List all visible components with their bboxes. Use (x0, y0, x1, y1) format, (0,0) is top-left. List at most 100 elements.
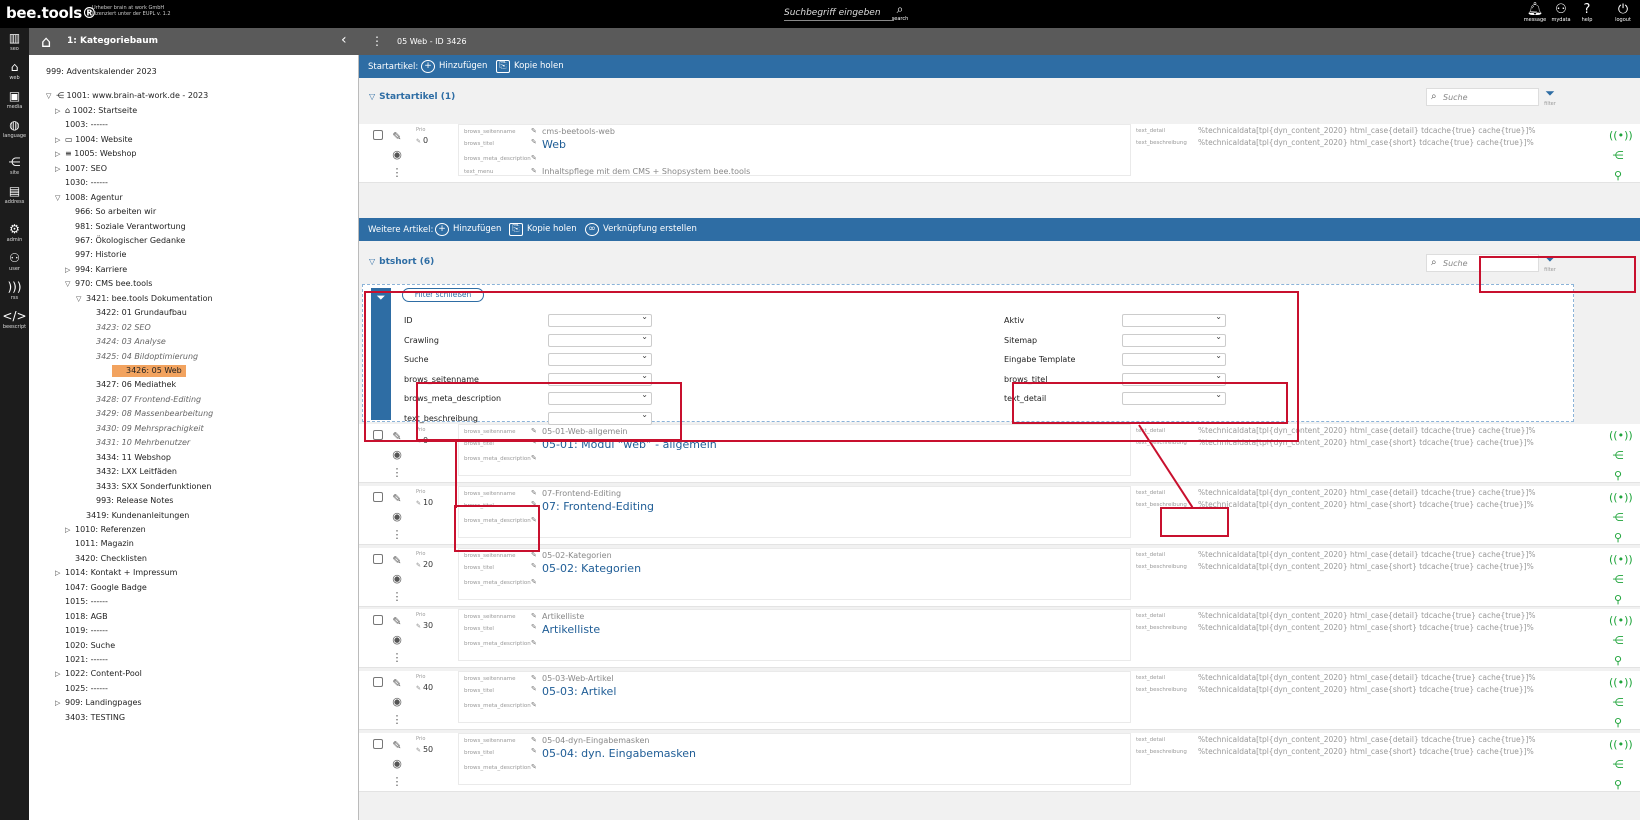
titel-value[interactable]: 07: Frontend-Editing (531, 500, 654, 513)
tree-node[interactable]: 1020: Suche (55, 640, 115, 652)
tree-node[interactable]: 3424: 03 Analyse (86, 336, 166, 348)
tree-node[interactable]: ▽ 1008: Agentur (55, 192, 123, 204)
tree-node[interactable]: 1015: ------ (55, 596, 108, 608)
prio-value[interactable]: 50 (416, 745, 433, 754)
sitemap-icon[interactable]: ⋲ (1609, 693, 1627, 713)
home-icon[interactable]: ⌂ (41, 32, 51, 51)
crawl-icon[interactable]: ((•)) (1609, 611, 1633, 631)
tree-node[interactable]: 1021: ------ (55, 654, 108, 666)
row-checkbox[interactable] (373, 430, 383, 440)
filter-select[interactable] (1122, 312, 1226, 327)
more-icon[interactable]: ⋮ (391, 711, 403, 729)
power-icon[interactable]: ⏻ logout (1610, 2, 1636, 26)
tree-node[interactable]: 993: Release Notes (86, 495, 173, 507)
seitenname-value[interactable]: Artikelliste (531, 612, 584, 621)
crawl-icon[interactable]: ((•)) (1609, 426, 1633, 446)
titel-value[interactable]: 05-01: Modul “web” - allgemein (531, 438, 717, 451)
view-icon[interactable]: ◉ (391, 146, 403, 164)
expand-icon[interactable]: ▷ (55, 567, 65, 579)
tree-node[interactable]: 997: Historie (65, 249, 126, 261)
tree-node[interactable]: 1025: ------ (55, 683, 108, 695)
titel-value[interactable]: 05-02: Kategorien (531, 562, 641, 575)
tree-node[interactable]: ▽ 970: CMS bee.tools (65, 278, 152, 290)
menu-value[interactable]: Inhaltspflege mit dem CMS + Shopsystem b… (531, 167, 750, 176)
prio-value[interactable]: 10 (416, 498, 433, 507)
rss-module-button[interactable]: ))) rss (0, 279, 29, 307)
tree-node[interactable]: 3425: 04 Bildoptimierung (86, 351, 198, 363)
prio-value[interactable]: 0 (416, 136, 428, 145)
prio-value[interactable]: 40 (416, 683, 433, 692)
expand-icon[interactable]: ▷ (65, 524, 75, 536)
beescript-module-button[interactable]: </> beescript (0, 308, 29, 336)
seitenname-value[interactable]: 05-04-dyn-Eingabemasken (531, 736, 649, 745)
search-preview-icon[interactable]: ⚲ (1609, 713, 1627, 733)
filter-select[interactable] (1122, 332, 1226, 347)
sitemap-icon[interactable]: ⋲ (1609, 570, 1627, 590)
filter-icon[interactable]: ⏷ filter (1539, 86, 1561, 107)
tree-node[interactable]: ▷ 1022: Content-Pool (55, 668, 142, 680)
collapse-icon[interactable]: ▽ (46, 90, 56, 102)
close-filter-button[interactable]: Filter schließen (402, 288, 484, 302)
filter-select[interactable] (1122, 371, 1226, 386)
collapse-icon[interactable]: ▽ (55, 192, 65, 204)
help-icon[interactable]: ? help (1574, 2, 1600, 26)
row-checkbox[interactable] (373, 553, 383, 564)
row-checkbox[interactable] (373, 130, 383, 140)
tree-node[interactable]: 3426: 05 Web (112, 365, 186, 377)
view-icon[interactable]: ◉ (391, 446, 403, 464)
seitenname-value[interactable]: 05-02-Kategorien (531, 551, 612, 560)
tree-node[interactable]: 981: Soziale Verantwortung (65, 221, 186, 233)
tree-node[interactable]: ▷ ▭ 1004: Website (55, 134, 133, 146)
seo-module-button[interactable]: ▥ seo (0, 30, 29, 58)
search-icon[interactable]: ⌕ search (890, 2, 910, 26)
tree-node[interactable]: 1018: AGB (55, 611, 108, 623)
titel-value[interactable]: Artikelliste (531, 623, 600, 636)
search-preview-icon[interactable]: ⚲ (1609, 528, 1627, 548)
filter-select[interactable] (548, 410, 652, 425)
tree-node[interactable]: 3431: 10 Mehrbenutzer (86, 437, 190, 449)
expand-icon[interactable]: ▷ (65, 264, 75, 276)
filter-select[interactable] (548, 332, 652, 347)
edit-icon[interactable]: ✎ (391, 675, 403, 693)
tree-node[interactable]: 1019: ------ (55, 625, 108, 637)
seitenname-value[interactable]: 07-Frontend-Editing (531, 489, 621, 498)
admin-module-button[interactable]: ⚙ admin (0, 221, 29, 249)
expand-icon[interactable]: ▷ (55, 668, 65, 680)
edit-icon[interactable]: ✎ (391, 552, 403, 570)
seitenname-value[interactable]: cms-beetools-web (531, 127, 615, 136)
sitemap-icon[interactable]: ⋲ (1609, 755, 1627, 775)
view-icon[interactable]: ◉ (391, 570, 403, 588)
view-icon[interactable]: ◉ (391, 508, 403, 526)
tree-node[interactable]: 3419: Kundenanleitungen (76, 510, 189, 522)
add-article-button[interactable]: + Hinzufügen (435, 223, 501, 237)
crawl-icon[interactable]: ((•)) (1609, 488, 1633, 508)
more-icon[interactable]: ⋮ (391, 588, 403, 606)
bell-icon[interactable]: 🔔︎ message (1522, 2, 1548, 26)
copy-start-article-button[interactable]: ⎘ Kopie holen (496, 60, 564, 74)
edit-icon[interactable]: ✎ (391, 613, 403, 631)
sitemap-icon[interactable]: ⋲ (1609, 146, 1627, 166)
row-checkbox[interactable] (373, 677, 383, 688)
tree-node[interactable]: 966: So arbeiten wir (65, 206, 156, 218)
tree-node[interactable]: 1047: Google Badge (55, 582, 147, 594)
tree-node[interactable]: 3403: TESTING (55, 712, 125, 724)
row-checkbox[interactable] (373, 739, 383, 749)
tree-node[interactable]: 3427: 06 Mediathek (86, 379, 176, 391)
expand-icon[interactable]: ▷ (55, 134, 65, 146)
titel-value[interactable]: 05-04: dyn. Eingabemasken (531, 747, 696, 760)
tree-node[interactable]: ▷ ≡ 1005: Webshop (55, 148, 137, 160)
titel-value[interactable]: Web (531, 138, 566, 151)
tree-node[interactable]: 3423: 02 SEO (86, 322, 151, 334)
tree-node[interactable]: ▽ 3421: bee.tools Dokumentation (76, 293, 213, 305)
tree-node[interactable]: 3422: 01 Grundaufbau (86, 307, 187, 319)
tree-node[interactable]: ▽ ⋲ 1001: www.brain-at-work.de - 2023 (46, 90, 208, 102)
user-icon[interactable]: ⚇ mydata (1548, 2, 1574, 26)
tree-node[interactable]: ▷ 1014: Kontakt + Impressum (55, 567, 177, 579)
add-start-article-button[interactable]: + Hinzufügen (421, 60, 487, 74)
tree-node[interactable]: 3428: 07 Frontend-Editing (86, 394, 201, 406)
collapse-icon[interactable]: ▽ (65, 278, 75, 290)
expand-icon[interactable]: ▷ (55, 148, 65, 160)
crawl-icon[interactable]: ((•)) (1609, 550, 1633, 570)
tree-node[interactable]: ▷ 909: Landingpages (55, 697, 142, 709)
search-preview-icon[interactable]: ⚲ (1609, 166, 1627, 186)
